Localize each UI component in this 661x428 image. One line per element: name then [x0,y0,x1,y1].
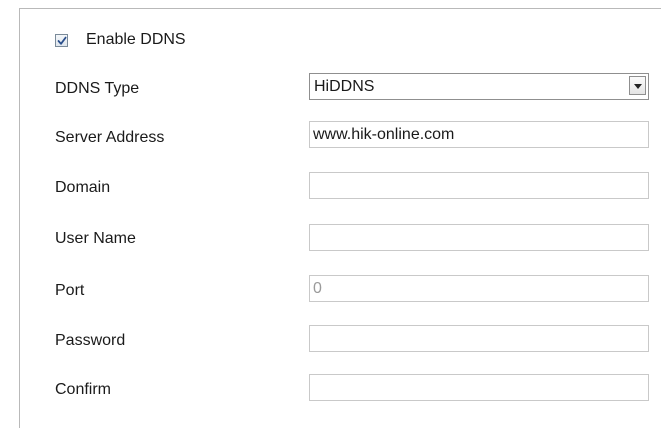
enable-ddns-row: Enable DDNS [55,30,186,50]
port-label: Port [55,282,85,299]
server-address-label: Server Address [55,129,165,146]
user-name-label: User Name [55,230,136,247]
password-input[interactable] [309,325,649,352]
server-address-value: www.hik-online.com [313,126,455,143]
ddns-type-dropdown-button[interactable] [629,76,646,95]
enable-ddns-label: Enable DDNS [86,31,186,48]
enable-ddns-checkbox[interactable] [55,33,68,47]
ddns-type-select[interactable]: HiDDNS [309,73,649,100]
user-name-input[interactable] [309,224,649,251]
ddns-settings-panel [19,8,661,428]
checkmark-icon [57,36,67,45]
confirm-label: Confirm [55,381,112,398]
confirm-password-input[interactable] [309,374,649,401]
password-label: Password [55,332,126,349]
ddns-type-value: HiDDNS [314,78,375,95]
port-value: 0 [313,280,322,297]
ddns-type-label: DDNS Type [55,80,140,97]
port-input[interactable]: 0 [309,275,649,302]
domain-label: Domain [55,179,111,196]
server-address-input[interactable]: www.hik-online.com [309,121,649,148]
domain-input[interactable] [309,172,649,199]
chevron-down-icon [634,84,642,89]
